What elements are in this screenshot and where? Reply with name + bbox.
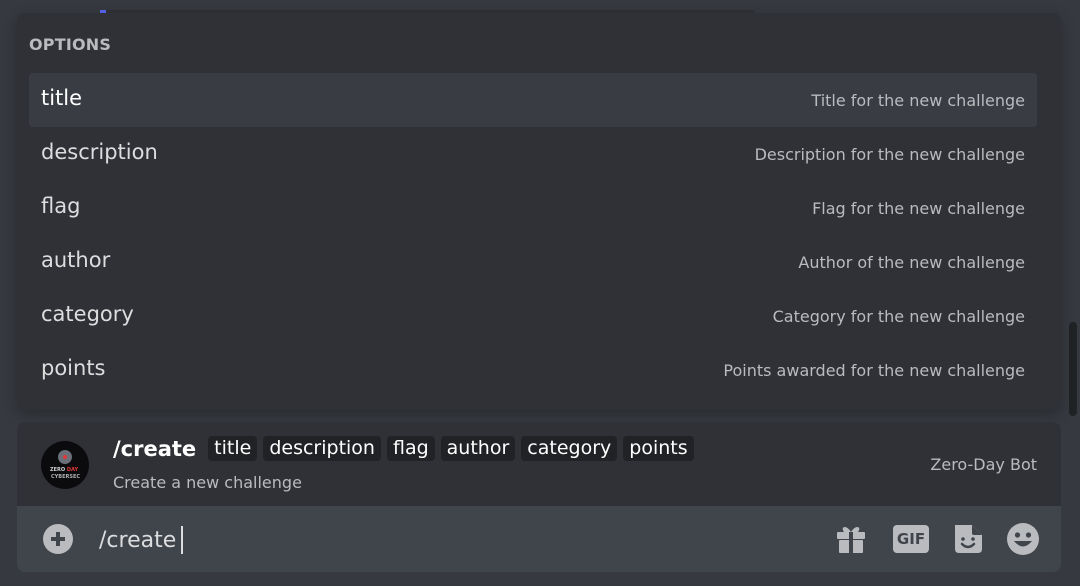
option-name: title bbox=[41, 86, 83, 110]
option-item-category[interactable]: category Category for the new challenge bbox=[29, 289, 1037, 343]
option-name: points bbox=[41, 356, 106, 380]
gif-icon[interactable]: GIF bbox=[893, 522, 929, 556]
bot-name: Zero-Day Bot bbox=[930, 455, 1037, 474]
scrollbar-thumb[interactable] bbox=[1069, 322, 1077, 416]
gift-icon[interactable] bbox=[834, 522, 868, 556]
logo-eye-icon bbox=[63, 455, 67, 459]
command-preview[interactable]: ZERO DAY CYBERSEC /create title descript… bbox=[17, 422, 1061, 506]
app-window: OPTIONS title Title for the new challeng… bbox=[0, 0, 1080, 586]
param-chip-title[interactable]: title bbox=[208, 436, 258, 461]
option-list: title Title for the new challenge descri… bbox=[29, 73, 1037, 397]
scrollbar[interactable] bbox=[1066, 0, 1080, 586]
message-composer[interactable]: /create GIF bbox=[17, 506, 1061, 572]
emoji-icon[interactable] bbox=[1006, 522, 1040, 556]
sticker-icon[interactable] bbox=[951, 522, 985, 556]
option-item-author[interactable]: author Author of the new challenge bbox=[29, 235, 1037, 289]
avatar-logo-subtext: CYBERSEC bbox=[51, 474, 81, 480]
options-popout: OPTIONS title Title for the new challeng… bbox=[17, 13, 1061, 410]
option-item-flag[interactable]: flag Flag for the new challenge bbox=[29, 181, 1037, 235]
param-chip-author[interactable]: author bbox=[440, 436, 516, 461]
text-caret bbox=[181, 526, 184, 554]
message-input[interactable]: /create bbox=[99, 526, 184, 554]
option-description: Author of the new challenge bbox=[798, 253, 1025, 272]
command-description: Create a new challenge bbox=[113, 473, 302, 492]
option-item-description[interactable]: description Description for the new chal… bbox=[29, 127, 1037, 181]
avatar-logo-text: ZERO DAY bbox=[50, 467, 79, 473]
option-description: Points awarded for the new challenge bbox=[723, 361, 1025, 380]
option-description: Flag for the new challenge bbox=[812, 199, 1025, 218]
gif-label: GIF bbox=[893, 525, 929, 553]
param-chip-description[interactable]: description bbox=[263, 436, 381, 461]
param-chip-category[interactable]: category bbox=[521, 436, 618, 461]
command-signature: /create title description flag author ca… bbox=[113, 436, 694, 461]
option-description: Title for the new challenge bbox=[811, 91, 1025, 110]
option-name: description bbox=[41, 140, 158, 164]
option-name: author bbox=[41, 248, 111, 272]
option-description: Description for the new challenge bbox=[754, 145, 1025, 164]
command-name: /create bbox=[113, 436, 197, 461]
options-header: OPTIONS bbox=[29, 35, 112, 54]
bot-avatar: ZERO DAY CYBERSEC bbox=[41, 441, 89, 489]
param-chip-flag[interactable]: flag bbox=[386, 436, 435, 461]
message-input-value: /create bbox=[99, 527, 177, 553]
option-item-title[interactable]: title Title for the new challenge bbox=[29, 73, 1037, 127]
plus-icon[interactable] bbox=[43, 524, 73, 554]
option-name: category bbox=[41, 302, 134, 326]
option-name: flag bbox=[41, 194, 81, 218]
option-description: Category for the new challenge bbox=[772, 307, 1025, 326]
param-chip-points[interactable]: points bbox=[623, 436, 694, 461]
option-item-points[interactable]: points Points awarded for the new challe… bbox=[29, 343, 1037, 397]
